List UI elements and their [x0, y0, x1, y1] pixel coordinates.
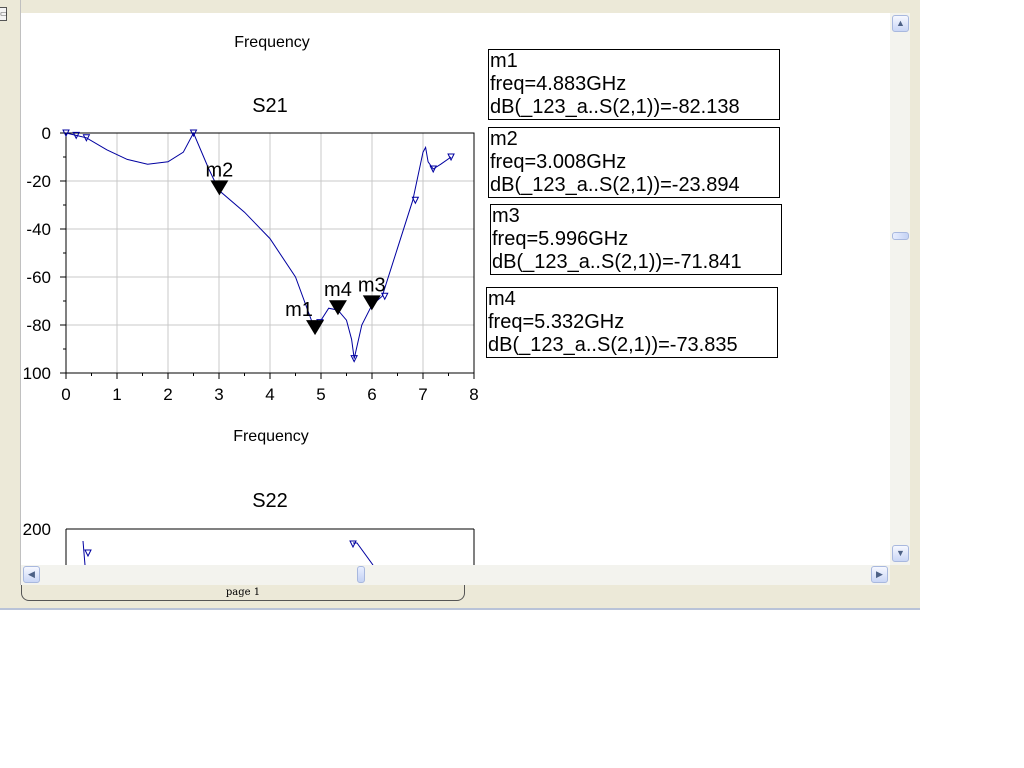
s21-trace-markers: [62, 129, 455, 363]
marker-frequency: freq=5.332GHz: [488, 311, 625, 333]
horizontal-scroll-thumb[interactable]: [357, 566, 365, 583]
scroll-down-icon[interactable]: ▼: [892, 545, 909, 562]
page-tab-strip: page 1: [0, 585, 920, 608]
s21-grid: [66, 133, 474, 373]
scroll-up-icon[interactable]: ▲: [892, 15, 909, 32]
x-tick-label: 6: [367, 385, 376, 404]
marker-name: m2: [490, 128, 518, 150]
app-window: ▭ Frequency S21 0 1 2 3 4 5 6 7 8 0 -20 -40 -60 -80 10…: [0, 0, 920, 610]
marker-readout-m3[interactable]: m3 freq=5.996GHz dB(_123_a..S(2,1))=-71.…: [490, 204, 782, 275]
marker-triangle-m4[interactable]: [328, 300, 347, 316]
left-gutter: ▭: [0, 0, 21, 608]
scroll-right-icon[interactable]: ▶: [871, 566, 888, 583]
x-tick-label: 5: [316, 385, 325, 404]
window-bottom-border: [0, 608, 920, 610]
marker-value: dB(_123_a..S(2,1))=-71.841: [492, 251, 742, 273]
s21-ticks: 0 1 2 3 4 5 6 7 8 0 -20 -40 -60 -80 100: [23, 124, 479, 404]
x-tick-label: 4: [265, 385, 274, 404]
window-menu-icon[interactable]: ▭: [0, 7, 8, 21]
scroll-left-icon[interactable]: ◀: [23, 566, 40, 583]
s22-y-tick-label: 200: [23, 520, 51, 539]
x-tick-label: 7: [418, 385, 427, 404]
marker-label-m3: m3: [358, 274, 386, 296]
marker-readout-m1[interactable]: m1 freq=4.883GHz dB(_123_a..S(2,1))=-82.…: [488, 49, 780, 120]
vertical-scroll-thumb[interactable]: [892, 232, 909, 240]
marker-name: m3: [492, 205, 520, 227]
marker-value: dB(_123_a..S(2,1))=-23.894: [490, 174, 740, 196]
marker-label-m2: m2: [206, 159, 234, 181]
x-tick-label: 1: [112, 385, 121, 404]
top-plot-x-axis-title: Frequency: [234, 34, 310, 51]
marker-readout-m2[interactable]: m2 freq=3.008GHz dB(_123_a..S(2,1))=-23.…: [488, 127, 780, 198]
page-tab-1[interactable]: page 1: [21, 585, 465, 601]
marker-value: dB(_123_a..S(2,1))=-82.138: [490, 96, 740, 118]
s22-trace: [82, 540, 374, 565]
marker-triangle-m3[interactable]: [362, 295, 381, 311]
s22-title: S22: [252, 490, 288, 512]
marker-value: dB(_123_a..S(2,1))=-73.835: [488, 334, 738, 356]
marker-frequency: freq=3.008GHz: [490, 151, 627, 173]
horizontal-scrollbar[interactable]: ◀ ▶: [21, 565, 890, 585]
y-tick-label: -60: [26, 268, 51, 287]
s22-trace-markers: [84, 540, 357, 558]
marker-label-m4: m4: [324, 279, 352, 301]
marker-name: m4: [488, 288, 516, 310]
y-tick-label: -20: [26, 172, 51, 191]
marker-readout-m4[interactable]: m4 freq=5.332GHz dB(_123_a..S(2,1))=-73.…: [486, 287, 778, 358]
marker-frequency: freq=4.883GHz: [490, 73, 627, 95]
x-tick-label: 3: [214, 385, 223, 404]
data-display-page[interactable]: Frequency S21 0 1 2 3 4 5 6 7 8 0 -20 -40 -60 -80 100 …: [21, 13, 890, 565]
s21-marker-points[interactable]: m1 m2 m3 m4: [206, 159, 386, 336]
y-tick-label: 100: [23, 364, 51, 383]
x-tick-label: 8: [469, 385, 478, 404]
marker-triangle-m2[interactable]: [210, 180, 229, 196]
marker-name: m1: [490, 50, 518, 72]
x-tick-label: 0: [61, 385, 70, 404]
vertical-scrollbar[interactable]: ▲ ▼: [890, 13, 910, 565]
x-tick-label: 2: [163, 385, 172, 404]
s21-x-axis-title: Frequency: [233, 428, 309, 445]
marker-frequency: freq=5.996GHz: [492, 228, 629, 250]
y-tick-label: 0: [42, 124, 51, 143]
marker-label-m1: m1: [285, 299, 313, 321]
s21-title: S21: [252, 95, 288, 117]
y-tick-label: -40: [26, 220, 51, 239]
y-tick-label: -80: [26, 316, 51, 335]
